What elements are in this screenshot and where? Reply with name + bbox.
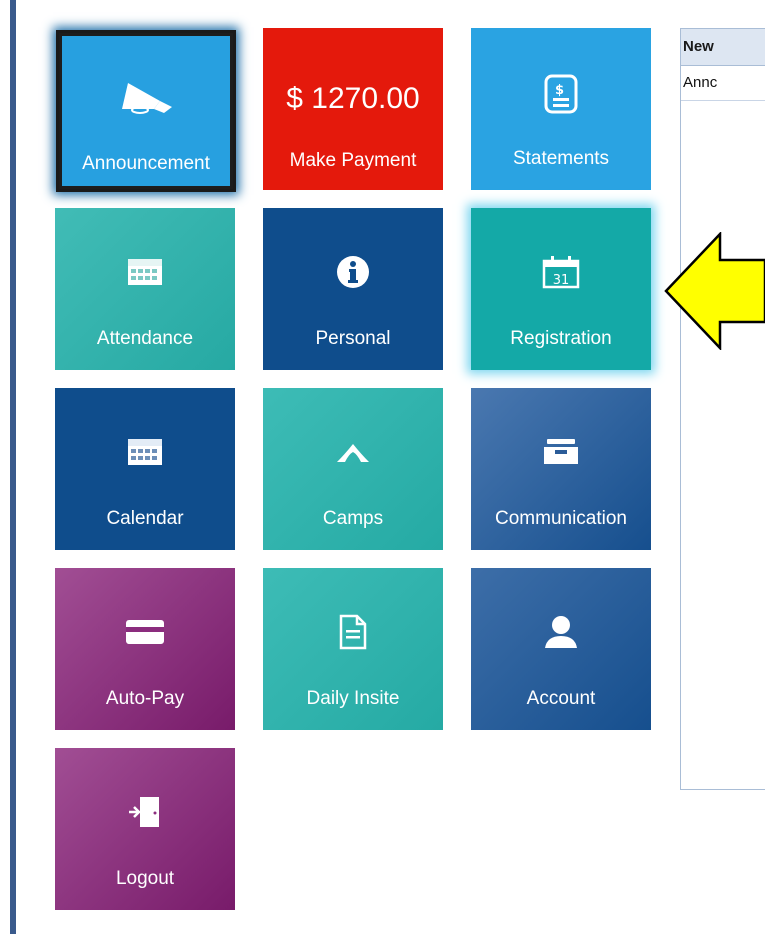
balance-amount: $ 1270.00 <box>286 82 420 115</box>
communication-tile[interactable]: Communication <box>471 388 651 550</box>
logout-tile[interactable]: Logout <box>55 748 235 910</box>
personal-tile[interactable]: Personal <box>263 208 443 370</box>
make-payment-label: Make Payment <box>289 150 417 171</box>
attendance-tile[interactable]: Attendance <box>55 208 235 370</box>
calendar-31-icon: 31 <box>471 250 651 294</box>
statements-tile[interactable]: $ Statements <box>471 28 651 190</box>
yellow-arrow-annotation <box>664 232 765 350</box>
calendar-grid-icon <box>55 430 235 474</box>
attendance-label: Attendance <box>96 328 194 349</box>
door-exit-icon <box>55 790 235 834</box>
news-row[interactable]: Annc <box>681 66 765 101</box>
tent-icon <box>263 430 443 474</box>
account-label: Account <box>526 688 596 709</box>
camps-label: Camps <box>322 508 384 529</box>
svg-text:$: $ <box>555 83 564 98</box>
statements-label: Statements <box>512 148 610 169</box>
calendar-badge: 31 <box>553 273 570 288</box>
info-icon <box>263 250 443 294</box>
user-icon <box>471 610 651 654</box>
make-payment-tile[interactable]: $ 1270.00 Make Payment <box>263 28 443 190</box>
auto-pay-tile[interactable]: Auto-Pay <box>55 568 235 730</box>
calendar-grid-icon <box>55 250 235 294</box>
registration-tile[interactable]: 31 Registration <box>471 208 651 370</box>
credit-card-icon <box>55 610 235 654</box>
statement-document-icon: $ <box>471 72 651 116</box>
camps-tile[interactable]: Camps <box>263 388 443 550</box>
news-panel-header: New <box>681 29 765 66</box>
announcement-label: Announcement <box>82 153 210 174</box>
account-tile[interactable]: Account <box>471 568 651 730</box>
megaphone-icon <box>59 75 233 119</box>
calendar-tile[interactable]: Calendar <box>55 388 235 550</box>
announcement-tile[interactable]: Announcement <box>56 30 236 192</box>
calendar-label: Calendar <box>106 508 184 529</box>
auto-pay-label: Auto-Pay <box>105 688 185 709</box>
document-icon <box>263 610 443 654</box>
daily-insite-label: Daily Insite <box>306 688 400 709</box>
registration-label: Registration <box>510 328 612 349</box>
daily-insite-tile[interactable]: Daily Insite <box>263 568 443 730</box>
left-border-bar <box>10 0 16 934</box>
communication-label: Communication <box>495 508 627 529</box>
inbox-tray-icon <box>471 430 651 474</box>
news-panel: New Annc <box>680 28 765 790</box>
logout-label: Logout <box>115 868 175 889</box>
personal-label: Personal <box>315 328 391 349</box>
